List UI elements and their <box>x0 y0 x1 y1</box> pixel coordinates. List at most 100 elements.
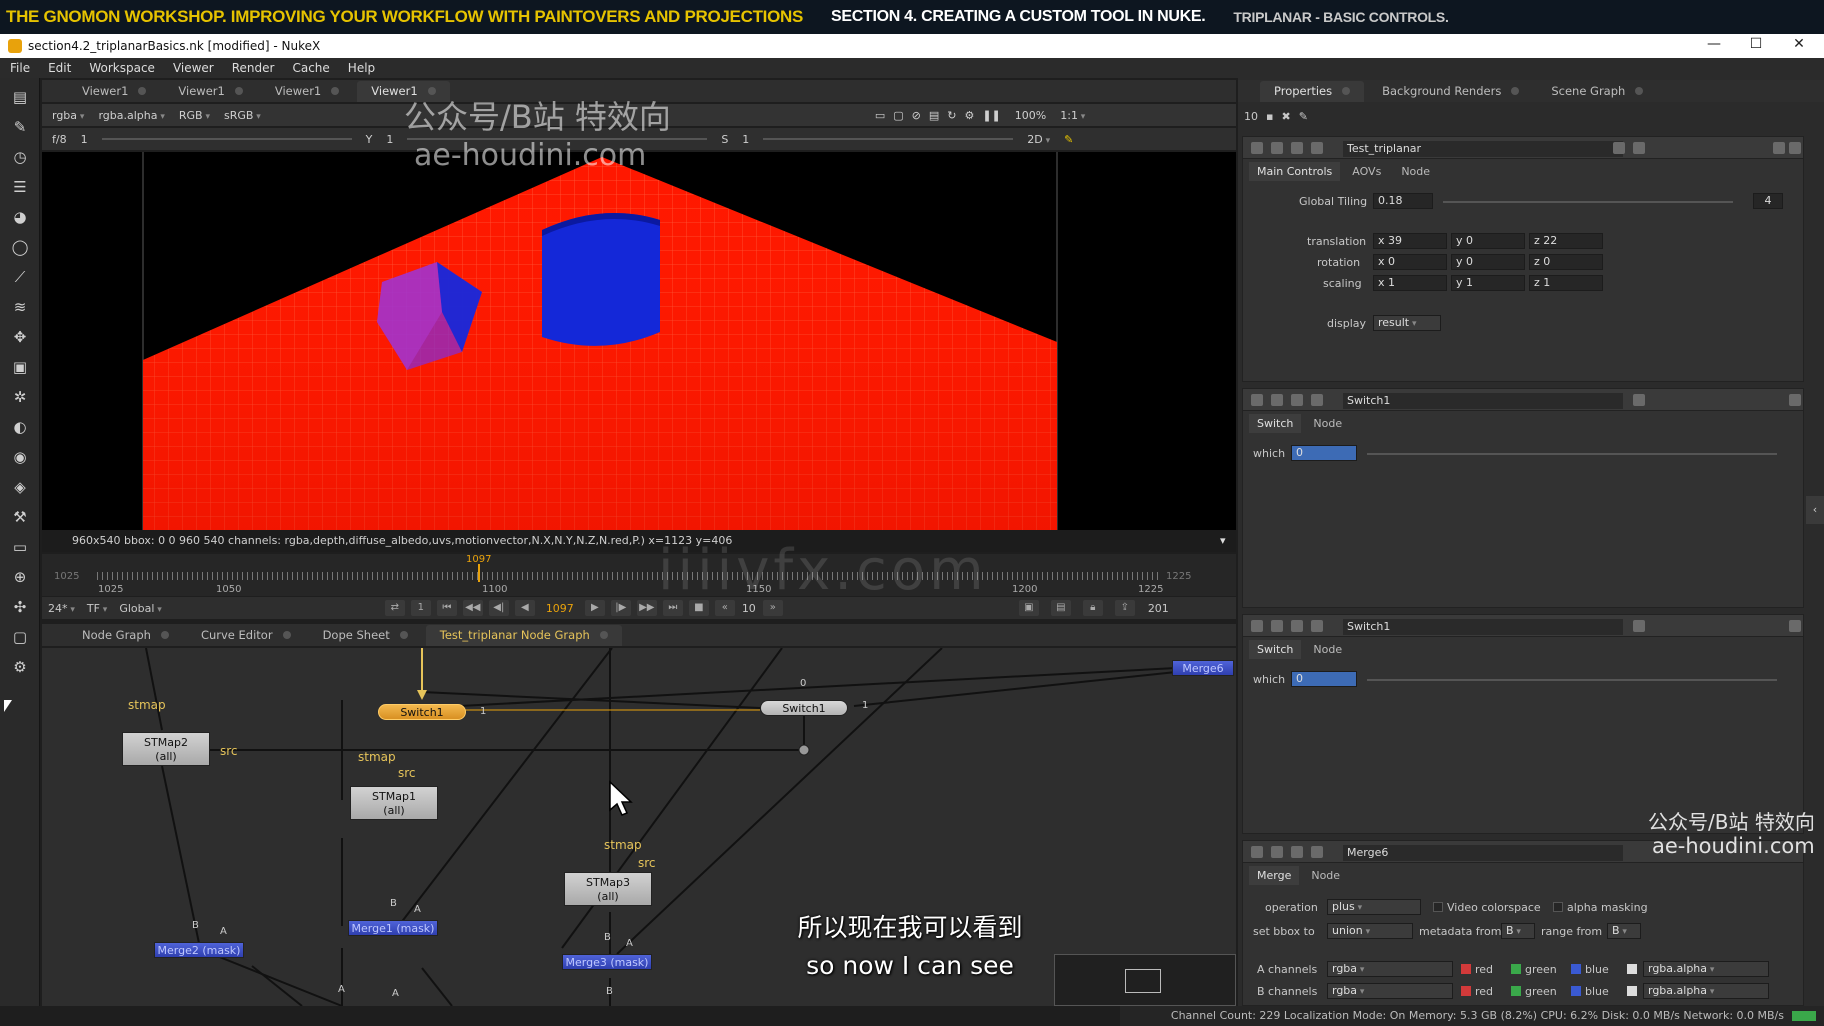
airtools-tool-icon[interactable]: ✣ <box>9 596 31 618</box>
close-tab-icon[interactable] <box>1635 87 1644 95</box>
next-inc-icon[interactable]: |▶ <box>610 600 631 616</box>
operation-dropdown[interactable]: plus <box>1327 899 1421 915</box>
close-tab-icon[interactable] <box>331 87 340 95</box>
tab-aovs[interactable]: AOVs <box>1344 162 1389 181</box>
node-name-field[interactable]: Test_triplanar <box>1343 141 1623 157</box>
safe-area-icon[interactable]: ▢ <box>893 109 903 122</box>
zoom-level[interactable]: 100% <box>1015 109 1046 122</box>
a-red-checkbox[interactable]: red <box>1461 963 1493 976</box>
node-stmap3[interactable]: STMap3 (all) <box>564 872 652 906</box>
tab-node[interactable]: Node <box>1305 640 1350 659</box>
minimize-button[interactable]: — <box>1694 36 1734 52</box>
group-icon[interactable] <box>1311 142 1323 154</box>
image-tool-icon[interactable]: ▤ <box>9 86 31 108</box>
current-frame-field[interactable]: 1097 <box>546 602 574 615</box>
a-alpha-dropdown[interactable]: rgba.alpha <box>1643 961 1769 977</box>
global-tiling-field[interactable]: 0.18 <box>1373 193 1433 209</box>
tab-background-renders[interactable]: Background Renders <box>1368 81 1533 102</box>
node-merge1-mask[interactable]: Merge1 (mask) <box>348 920 438 936</box>
tab-node[interactable]: Node <box>1305 414 1350 433</box>
clear-icon[interactable]: ✖ <box>1281 110 1290 123</box>
display-dropdown[interactable]: result <box>1373 315 1441 331</box>
collapse-icon[interactable] <box>1251 394 1263 406</box>
node-name-field[interactable]: Switch1 <box>1343 393 1623 409</box>
which-field[interactable]: 0 <box>1291 671 1357 687</box>
particles-tool-icon[interactable]: ✲ <box>9 386 31 408</box>
a-alpha-checkbox[interactable] <box>1627 963 1641 976</box>
merge-tool-icon[interactable]: ≋ <box>9 296 31 318</box>
node-graph-icon[interactable] <box>1613 142 1625 154</box>
export-icon[interactable]: ⇪ <box>1114 600 1135 616</box>
node-graph-canvas[interactable]: stmap src stmap src stmap src STMap2 (all… <box>42 648 1236 1006</box>
node-merge2-mask[interactable]: Merge2 (mask) <box>154 942 244 958</box>
translation-y[interactable]: y 0 <box>1451 233 1525 249</box>
float-panel-icon[interactable] <box>1291 846 1303 858</box>
tab-scene-graph[interactable]: Scene Graph <box>1537 81 1657 102</box>
global-tiling-slider[interactable] <box>1443 201 1733 203</box>
tab-viewer-3[interactable]: Viewer1 <box>261 81 353 102</box>
collapse-icon[interactable] <box>1251 142 1263 154</box>
translation-x[interactable]: x 39 <box>1373 233 1447 249</box>
node-stmap1[interactable]: STMap1 (all) <box>350 786 438 820</box>
saturation-slider[interactable] <box>763 138 1014 140</box>
close-button[interactable]: ✕ <box>1779 36 1819 52</box>
close-tab-icon[interactable] <box>1511 87 1520 95</box>
range-from-dropdown[interactable]: B <box>1607 923 1641 939</box>
tab-main-controls[interactable]: Main Controls <box>1249 162 1341 181</box>
pen-icon[interactable]: ✎ <box>1299 110 1308 123</box>
viewer-menu-chevron-icon[interactable]: ▾ <box>1220 530 1226 552</box>
menu-render[interactable]: Render <box>232 61 275 75</box>
tab-viewer-2[interactable]: Viewer1 <box>164 81 256 102</box>
a-channels-dropdown[interactable]: rgba <box>1327 961 1453 977</box>
edit-icon[interactable] <box>1633 620 1645 632</box>
which-slider[interactable] <box>1367 679 1777 681</box>
play-icon[interactable]: ▶ <box>584 600 605 616</box>
s-value[interactable]: 1 <box>742 133 749 146</box>
view-mode-dropdown[interactable]: 2D <box>1027 133 1050 146</box>
close-tab-icon[interactable] <box>282 631 291 639</box>
rotation-x[interactable]: x 0 <box>1373 254 1447 270</box>
scaling-y[interactable]: y 1 <box>1451 275 1525 291</box>
alpha-masking-checkbox[interactable]: alpha masking <box>1553 901 1648 914</box>
close-tab-icon[interactable] <box>138 87 147 95</box>
pixel-ratio[interactable]: 1:1 <box>1060 109 1085 122</box>
gain-slider[interactable] <box>101 138 352 140</box>
render-icon[interactable]: ▤ <box>1050 600 1071 616</box>
tab-properties[interactable]: Properties <box>1260 81 1365 102</box>
global-tiling-badge[interactable]: 4 <box>1753 193 1783 209</box>
close-tab-icon[interactable] <box>599 631 608 639</box>
float-panel-icon[interactable] <box>1291 620 1303 632</box>
tab-switch[interactable]: Switch <box>1249 414 1302 433</box>
prev-inc-icon[interactable]: ◀| <box>488 600 509 616</box>
close-tab-icon[interactable] <box>399 631 408 639</box>
tab-merge[interactable]: Merge <box>1249 866 1300 885</box>
metadata-tool-icon[interactable]: ◈ <box>9 476 31 498</box>
collapse-panel-chevron-icon[interactable]: ‹ <box>1806 496 1824 524</box>
plugins-tool-icon[interactable]: ⚙ <box>9 656 31 678</box>
tab-test-triplanar-node-graph[interactable]: Test_triplanar Node Graph <box>425 625 622 646</box>
collapse-icon[interactable] <box>1251 620 1263 632</box>
menu-edit[interactable]: Edit <box>48 61 71 75</box>
help-icon[interactable] <box>1773 142 1785 154</box>
group-icon[interactable] <box>1311 394 1323 406</box>
menu-file[interactable]: File <box>10 61 30 75</box>
b-alpha-dropdown[interactable]: rgba.alpha <box>1643 983 1769 999</box>
metadata-from-dropdown[interactable]: B <box>1501 923 1535 939</box>
minimap-viewport[interactable] <box>1125 969 1161 993</box>
3d-tool-icon[interactable]: ▣ <box>9 356 31 378</box>
translation-z[interactable]: z 22 <box>1529 233 1603 249</box>
menu-viewer[interactable]: Viewer <box>173 61 214 75</box>
timeline[interactable]: 1025 1225 1025 1050 1100 1150 1200 1225 … <box>42 554 1236 596</box>
menu-workspace[interactable]: Workspace <box>89 61 155 75</box>
tab-curve-editor[interactable]: Curve Editor <box>187 625 305 646</box>
filter-tool-icon[interactable]: ◯ <box>9 236 31 258</box>
menu-help[interactable]: Help <box>348 61 375 75</box>
menu-cache[interactable]: Cache <box>292 61 329 75</box>
color-tool-icon[interactable]: ◕ <box>9 206 31 228</box>
deep-tool-icon[interactable]: ◐ <box>9 416 31 438</box>
frame-field[interactable]: 1 <box>81 133 88 146</box>
time-tool-icon[interactable]: ◷ <box>9 146 31 168</box>
b-green-checkbox[interactable]: green <box>1511 985 1557 998</box>
maximize-button[interactable]: ☐ <box>1736 36 1776 52</box>
views-tool-icon[interactable]: ◉ <box>9 446 31 468</box>
